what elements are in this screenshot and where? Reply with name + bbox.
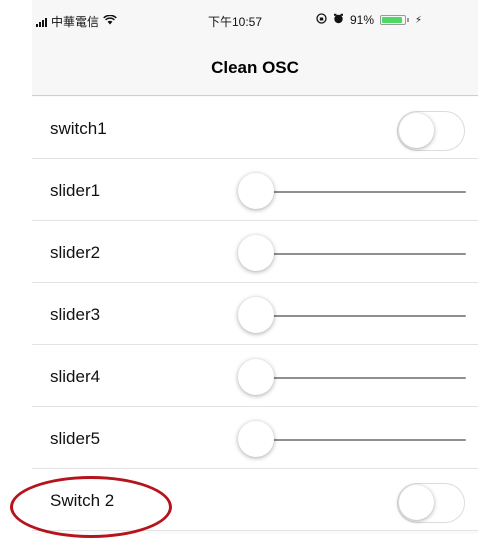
slider1-track[interactable] bbox=[252, 191, 466, 193]
switch1-toggle[interactable] bbox=[397, 111, 465, 151]
slider3-track[interactable] bbox=[252, 315, 466, 317]
controls-list: switch1 slider1 slider2 slider3 slider4 bbox=[10, 97, 478, 538]
page-title: Clean OSC bbox=[211, 58, 299, 77]
battery-percent: 91% bbox=[350, 13, 375, 27]
row-slider5: slider5 bbox=[32, 407, 478, 469]
row-label: slider3 bbox=[50, 305, 101, 324]
carrier-name: 中華電信 bbox=[51, 15, 100, 29]
row-slider3: slider3 bbox=[32, 283, 478, 345]
row-label: slider5 bbox=[50, 429, 101, 448]
row-slider4: slider4 bbox=[32, 345, 478, 407]
switch2-toggle[interactable] bbox=[397, 483, 465, 523]
alarm-icon bbox=[333, 13, 344, 27]
row-switch2: Switch 2 bbox=[10, 469, 478, 538]
battery-level bbox=[382, 17, 403, 23]
row-slider1: slider1 bbox=[32, 159, 478, 221]
slider5-thumb[interactable] bbox=[238, 421, 274, 457]
row-slider2: slider2 bbox=[32, 221, 478, 283]
status-time: 下午10:57 bbox=[208, 15, 263, 29]
row-label: switch1 bbox=[50, 119, 107, 138]
charging-icon: ⚡ bbox=[415, 14, 423, 26]
status-bar: 中華電信 下午10:57 91% ⚡ bbox=[32, 0, 478, 40]
slider3-thumb[interactable] bbox=[238, 297, 274, 333]
wifi-icon bbox=[103, 14, 117, 28]
row-switch1: switch1 bbox=[32, 97, 478, 159]
battery-icon bbox=[380, 15, 410, 25]
toggle-knob[interactable] bbox=[399, 485, 434, 520]
slider2-thumb[interactable] bbox=[238, 235, 274, 271]
phone-screen: 中華電信 下午10:57 91% ⚡ Clean OSC switch1 sli… bbox=[10, 0, 478, 538]
annotation-circle bbox=[10, 476, 172, 538]
status-right: 91% ⚡ bbox=[316, 13, 422, 27]
slider4-thumb[interactable] bbox=[238, 359, 274, 395]
orientation-lock-icon bbox=[316, 13, 327, 27]
row-label: slider4 bbox=[50, 367, 101, 386]
slider4-track[interactable] bbox=[252, 377, 466, 379]
slider2-track[interactable] bbox=[252, 253, 466, 255]
toggle-knob[interactable] bbox=[399, 113, 434, 148]
slider5-track[interactable] bbox=[252, 439, 466, 441]
status-left: 中華電信 bbox=[36, 13, 117, 30]
row-label: slider2 bbox=[50, 243, 101, 262]
row-label: slider1 bbox=[50, 181, 101, 200]
signal-icon bbox=[36, 17, 47, 27]
navigation-bar: Clean OSC bbox=[32, 40, 478, 96]
slider1-thumb[interactable] bbox=[238, 173, 274, 209]
